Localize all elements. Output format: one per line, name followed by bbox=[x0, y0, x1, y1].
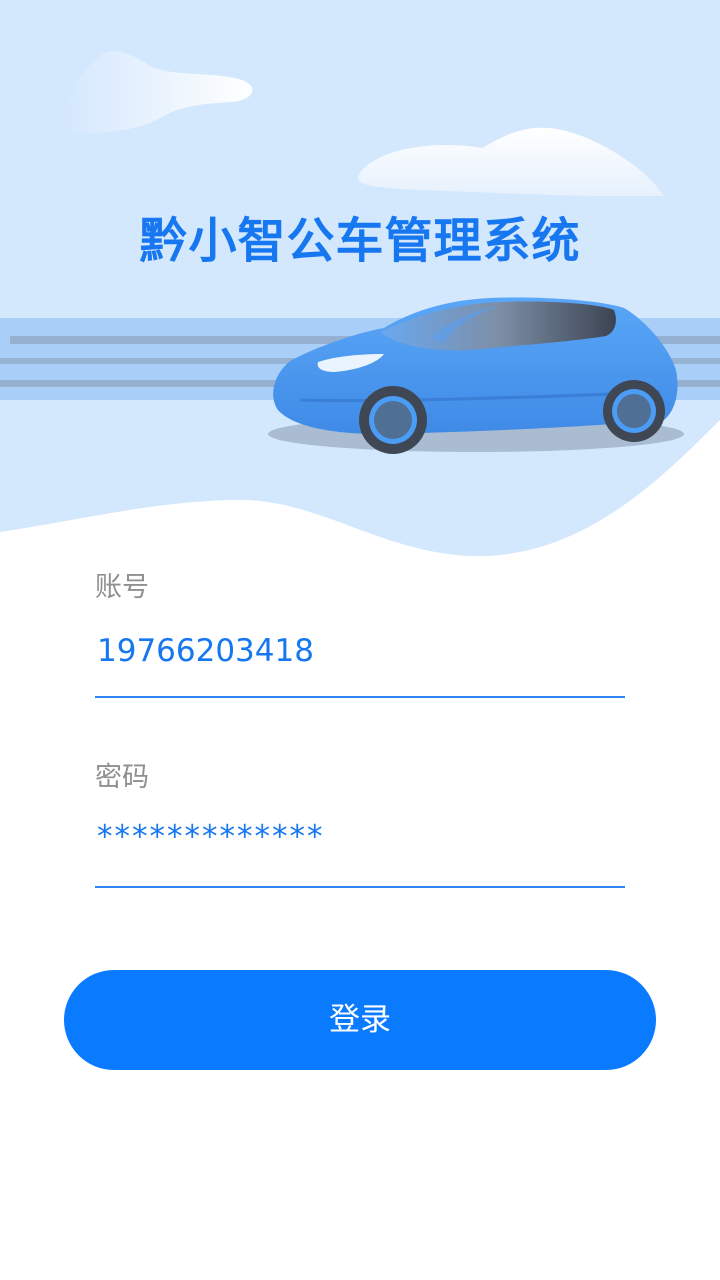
login-button[interactable]: 登录 bbox=[64, 970, 656, 1070]
login-screen: 黔小智公车管理系统 账号 密码 登录 bbox=[0, 0, 720, 1280]
password-input[interactable] bbox=[95, 808, 625, 866]
account-label: 账号 bbox=[95, 572, 149, 603]
password-underline bbox=[95, 886, 625, 888]
app-title: 黔小智公车管理系统 bbox=[139, 213, 581, 269]
hero-banner bbox=[0, 0, 720, 560]
account-field: 账号 bbox=[95, 568, 625, 698]
front-wheel bbox=[359, 386, 427, 454]
password-field: 密码 bbox=[95, 758, 625, 888]
rear-wheel bbox=[603, 380, 665, 442]
account-underline bbox=[95, 696, 625, 698]
account-input[interactable] bbox=[95, 622, 625, 680]
password-label: 密码 bbox=[95, 762, 149, 793]
car-illustration bbox=[0, 0, 720, 557]
